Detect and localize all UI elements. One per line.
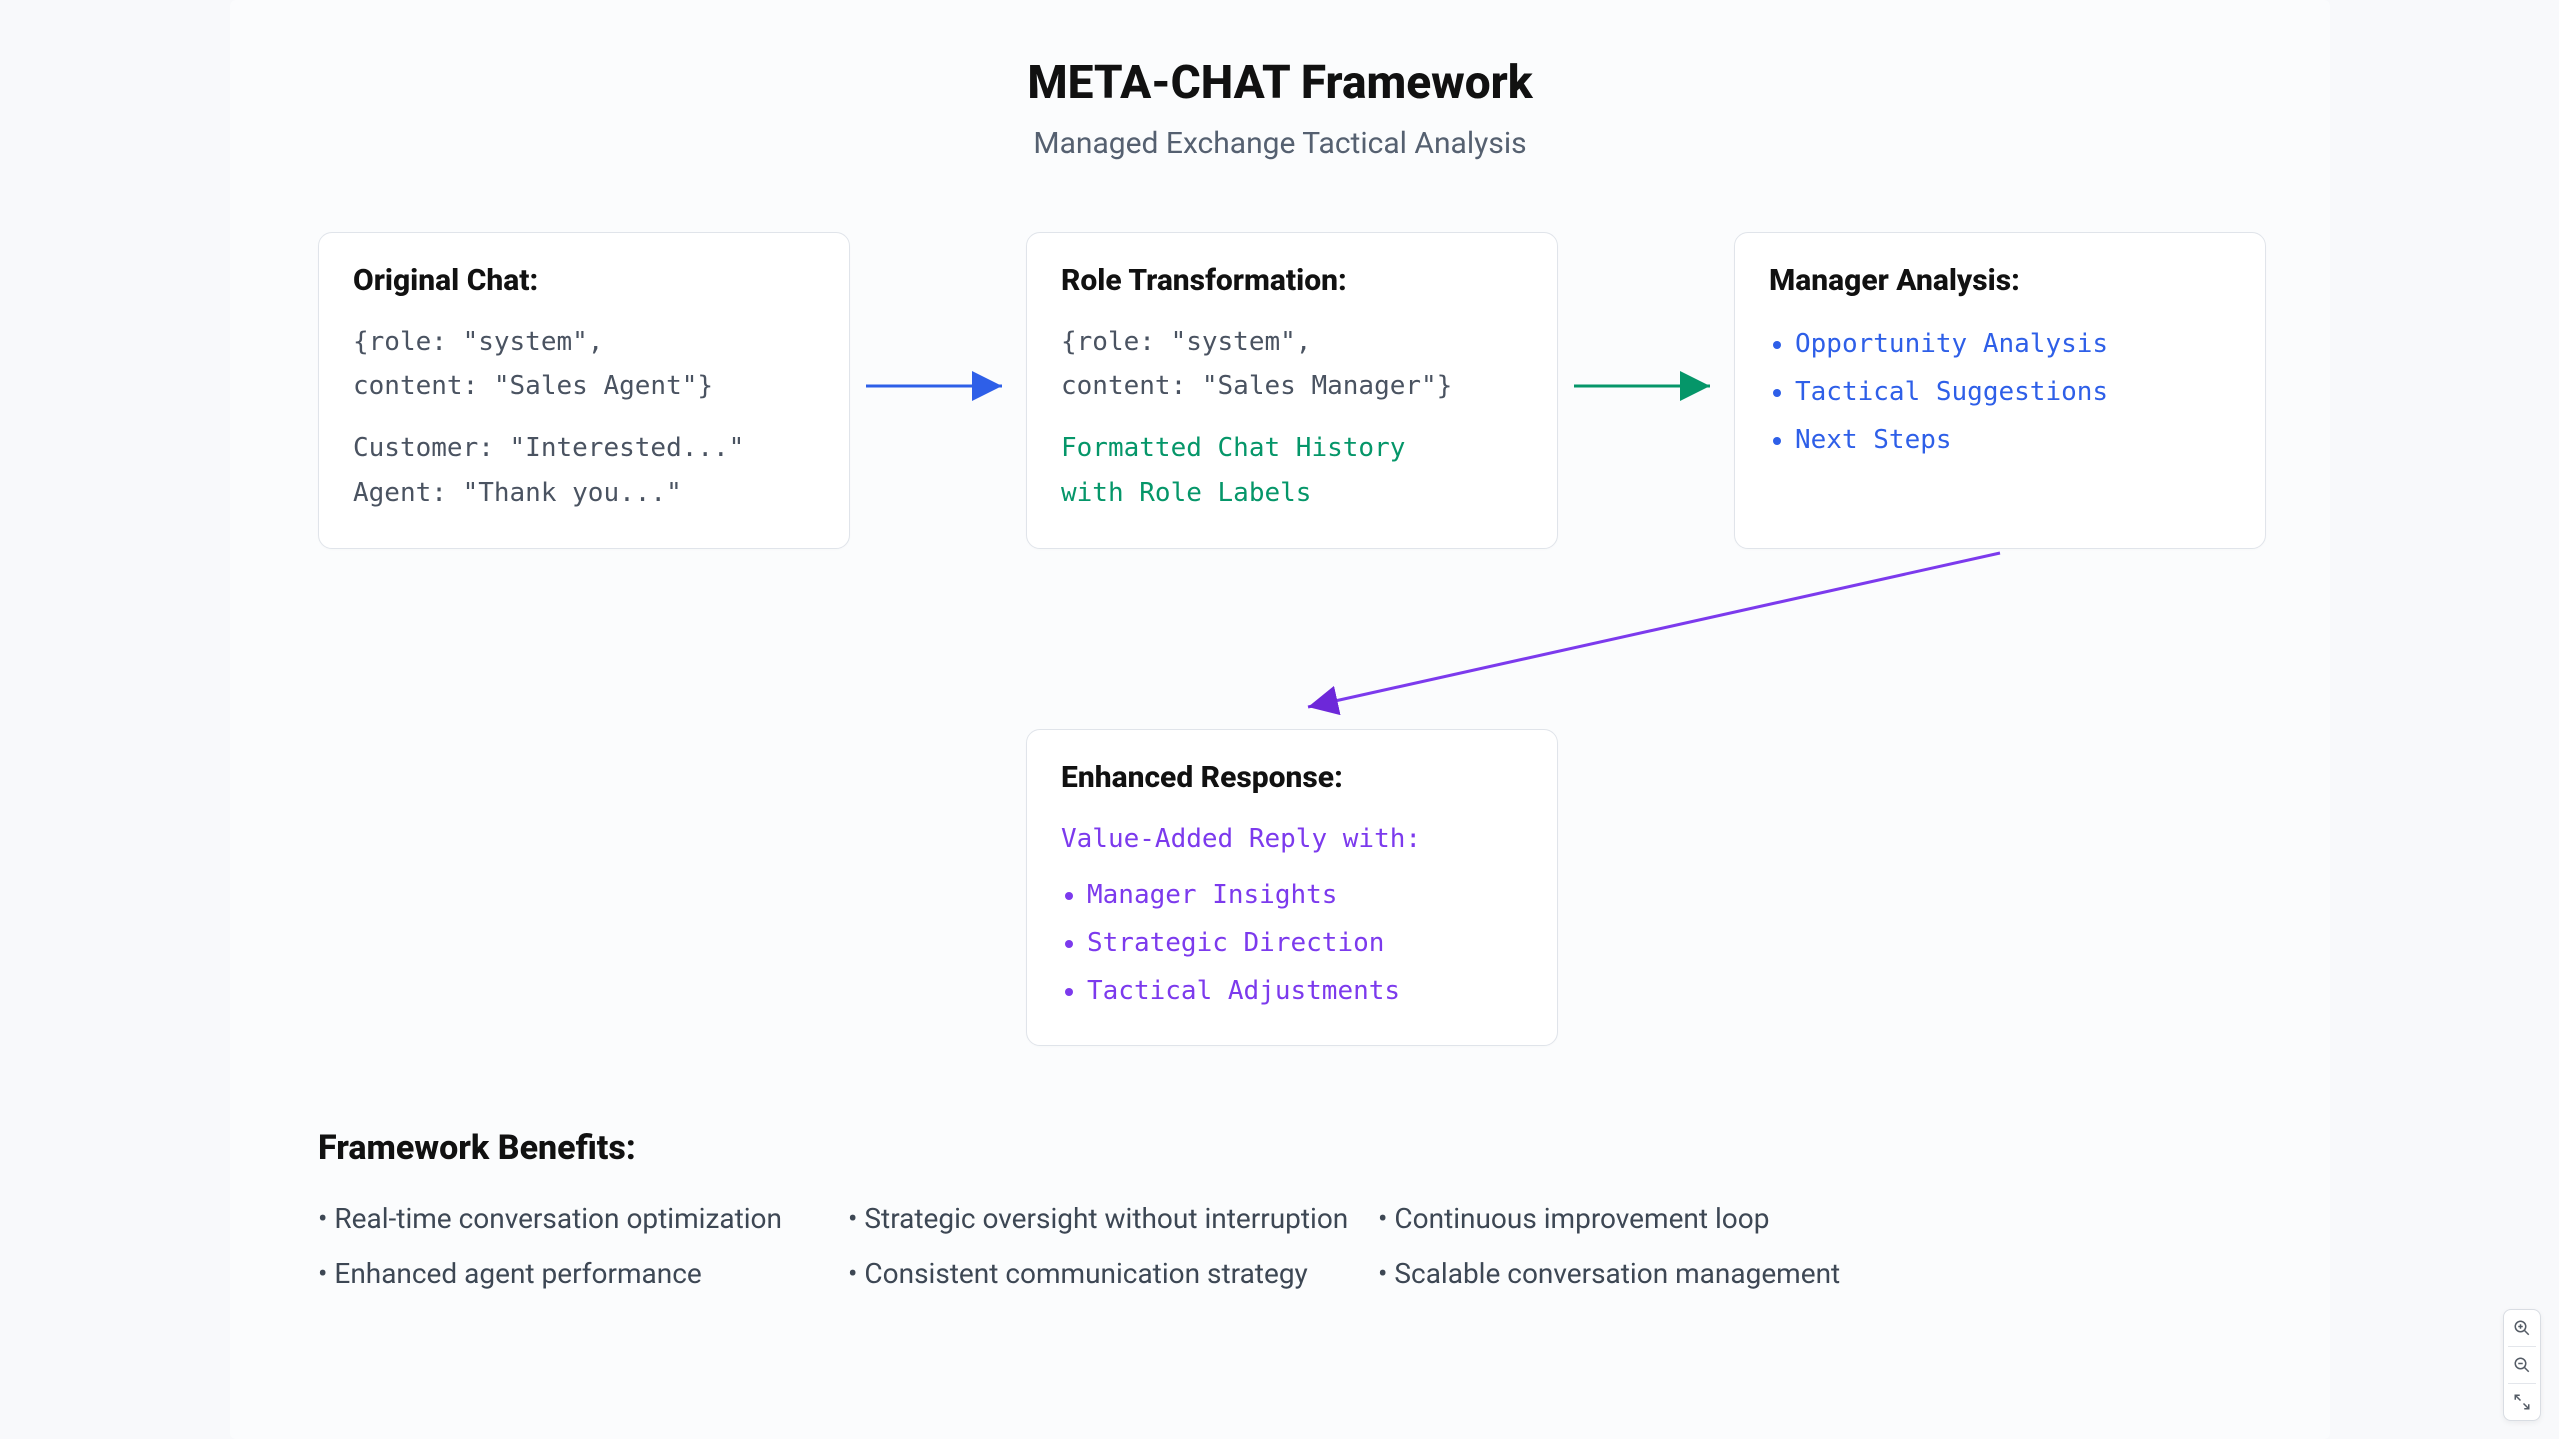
card-manager-analysis: Manager Analysis: Opportunity Analysis T… [1734, 232, 2266, 549]
benefit-item: • Continuous improvement loop [1378, 1202, 1908, 1235]
page-subtitle: Managed Exchange Tactical Analysis [230, 126, 2330, 161]
intro-line: Value-Added Reply with: [1061, 817, 1523, 861]
code-line: Customer: "Interested..." [353, 426, 815, 470]
benefit-item: • Real-time conversation optimization [318, 1202, 848, 1235]
card-original-chat: Original Chat: {role: "system", content:… [318, 232, 850, 549]
zoom-controls [2503, 1309, 2541, 1421]
code-line: {role: "system", [1061, 320, 1523, 364]
code-line: content: "Sales Manager"} [1061, 364, 1523, 408]
code-line: Formatted Chat History [1061, 426, 1523, 470]
fit-screen-button[interactable] [2504, 1384, 2540, 1420]
zoom-out-icon [2513, 1356, 2531, 1374]
benefits-section: Framework Benefits: • Real-time conversa… [318, 1128, 2266, 1290]
benefit-item: • Strategic oversight without interrupti… [848, 1202, 1378, 1235]
code-line: content: "Sales Agent"} [353, 364, 815, 408]
arrow-manager-to-enhanced [1290, 549, 2010, 719]
list-item: Manager Insights [1087, 871, 1523, 919]
zoom-in-button[interactable] [2504, 1310, 2540, 1346]
benefits-heading: Framework Benefits: [318, 1128, 2266, 1168]
arrow-transform-to-manager [1574, 366, 1724, 406]
card-heading: Enhanced Response: [1061, 760, 1523, 795]
enhanced-response-list: Manager Insights Strategic Direction Tac… [1061, 871, 1523, 1015]
list-item: Next Steps [1795, 416, 2231, 464]
card-enhanced-response: Enhanced Response: Value-Added Reply wit… [1026, 729, 1558, 1046]
manager-analysis-list: Opportunity Analysis Tactical Suggestion… [1769, 320, 2231, 464]
benefit-item: • Enhanced agent performance [318, 1257, 848, 1290]
fit-screen-icon [2513, 1393, 2531, 1411]
card-heading: Manager Analysis: [1769, 263, 2231, 298]
zoom-out-button[interactable] [2504, 1347, 2540, 1383]
zoom-in-icon [2513, 1319, 2531, 1337]
card-heading: Role Transformation: [1061, 263, 1523, 298]
benefit-item: • Consistent communication strategy [848, 1257, 1378, 1290]
card-role-transformation: Role Transformation: {role: "system", co… [1026, 232, 1558, 549]
list-item: Tactical Suggestions [1795, 368, 2231, 416]
arrow-original-to-transform [866, 366, 1016, 406]
page-title: META-CHAT Framework [230, 0, 2330, 110]
list-item: Strategic Direction [1087, 919, 1523, 967]
list-item: Tactical Adjustments [1087, 967, 1523, 1015]
code-line: {role: "system", [353, 320, 815, 364]
benefit-item: • Scalable conversation management [1378, 1257, 1908, 1290]
list-item: Opportunity Analysis [1795, 320, 2231, 368]
code-line: Agent: "Thank you..." [353, 471, 815, 515]
card-heading: Original Chat: [353, 263, 815, 298]
code-line: with Role Labels [1061, 471, 1523, 515]
